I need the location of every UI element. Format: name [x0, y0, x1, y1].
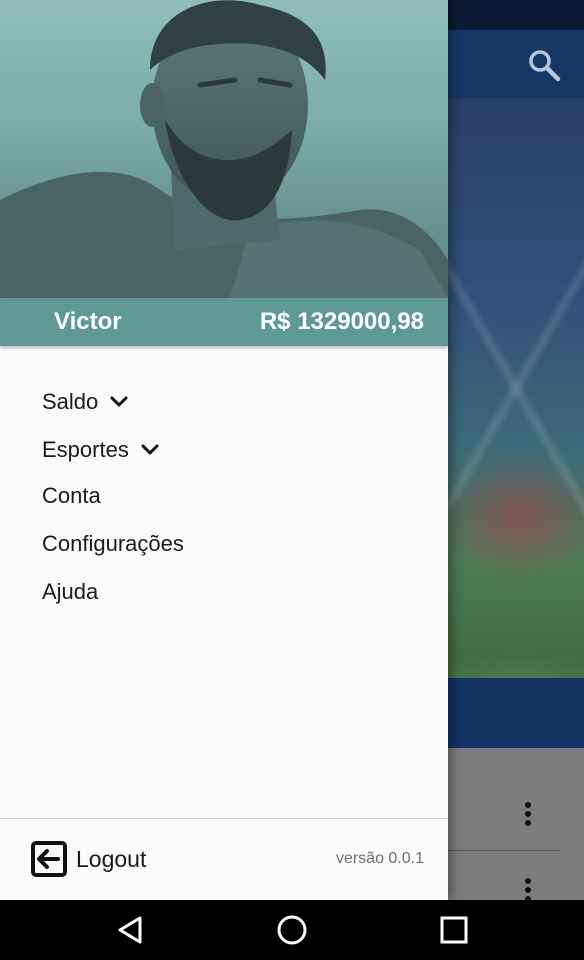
- logout-button[interactable]: Logout: [30, 838, 146, 880]
- logout-icon: [31, 841, 67, 877]
- back-triangle-icon[interactable]: [112, 912, 148, 948]
- navigation-drawer: Victor R$ 1329000,98 Saldo Esportes Cont…: [0, 0, 448, 900]
- menu-item-saldo[interactable]: Saldo: [42, 382, 128, 422]
- menu-item-ajuda[interactable]: Ajuda: [42, 572, 98, 612]
- menu-item-configuracoes[interactable]: Configurações: [42, 524, 184, 564]
- user-balance: R$ 1329000,98: [259, 308, 424, 335]
- logout-label: Logout: [76, 845, 147, 872]
- menu-item-esportes[interactable]: Esportes: [42, 430, 159, 470]
- menu-item-label: Saldo: [42, 389, 99, 414]
- menu-item-conta[interactable]: Conta: [42, 476, 101, 516]
- user-name: Victor: [54, 308, 122, 335]
- list-divider: [448, 850, 560, 851]
- app-version: versão 0.0.1: [335, 850, 424, 867]
- system-nav-bar: [0, 900, 584, 960]
- more-vertical-icon[interactable]: [524, 802, 532, 828]
- chevron-down-icon: [110, 396, 128, 407]
- menu-item-label: Ajuda: [42, 579, 99, 604]
- menu-item-label: Conta: [42, 483, 101, 508]
- footer-divider: [0, 818, 448, 819]
- chevron-down-icon: [141, 444, 159, 455]
- menu-item-label: Esportes: [42, 437, 129, 462]
- search-icon[interactable]: [526, 47, 562, 83]
- recents-square-icon[interactable]: [436, 912, 472, 948]
- profile-cover-photo: [0, 0, 448, 298]
- user-info-bar: Victor R$ 1329000,98: [0, 298, 448, 346]
- menu-item-label: Configurações: [42, 531, 184, 556]
- home-circle-icon[interactable]: [274, 912, 310, 948]
